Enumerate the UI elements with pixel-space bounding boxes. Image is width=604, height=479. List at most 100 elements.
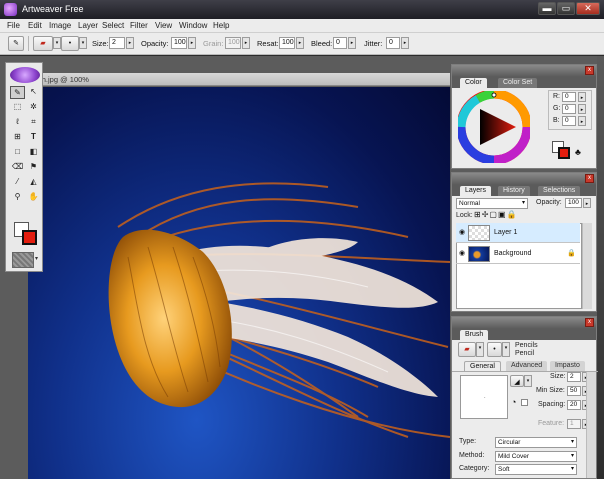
hand-icon[interactable]: ✋ [26,191,41,204]
brush-size-input[interactable]: 2 [567,372,581,382]
tab-general[interactable]: General [464,361,501,371]
r-spinner[interactable]: ▸ [578,92,586,102]
layers-scrollbar[interactable] [582,223,592,309]
layer-opacity-label: Opacity: [536,199,562,206]
lasso-icon[interactable]: ℓ [10,116,25,129]
menu-window[interactable]: Window [179,21,207,30]
menu-layer[interactable]: Layer [78,21,98,30]
layer-row[interactable]: ◉ Layer 1 [456,223,580,243]
method-label: Method: [459,452,485,459]
rect-select-icon[interactable]: ⬚ [10,101,25,114]
perspective-icon[interactable]: ⊞ [10,131,25,144]
lock-options-icons[interactable]: ⊞✢▢▣🔒 [474,210,517,219]
color-palette-tabs: Color Color Set [452,77,596,88]
clone-stamp-icon[interactable]: ⚑ [26,161,41,174]
method-value: Mild Cover [498,453,530,460]
tools-palette: ✎ ↖ ⬚ ✲ ℓ ⌗ ⊞ T □ ◧ ⌫ ⚑ ⁄ ◭ ⚲ ✋ ▾ [5,62,43,272]
rectangle-shape-icon[interactable]: □ [10,146,25,159]
brush-variant-button[interactable]: • [487,342,502,357]
menu-filter[interactable]: Filter [130,21,148,30]
texture-preset-dropdown-icon[interactable]: ▾ [35,255,38,262]
size-dropdown[interactable]: ▸ [126,37,134,49]
menu-help[interactable]: Help [213,21,229,30]
texture-preset[interactable] [12,252,34,268]
b-input[interactable]: 0 [562,116,576,126]
move-tool-icon[interactable]: ↖ [26,86,41,99]
zoom-icon[interactable]: ⚲ [10,191,25,204]
maximize-button[interactable]: ▭ [557,2,575,15]
menu-view[interactable]: View [155,21,172,30]
brush-category-button[interactable]: ▰ [458,342,476,357]
brush-shape-dropdown[interactable]: ▾ [79,37,87,49]
color-wheel[interactable] [458,91,530,163]
pressure-icon[interactable]: ◔ [511,397,516,407]
eyedropper-icon[interactable]: ⁄ [10,176,25,189]
background-color-swatch[interactable] [22,230,37,245]
brush-preset-button[interactable]: ▰ [33,36,53,51]
image-canvas[interactable] [28,87,450,479]
eraser-icon[interactable]: ⌫ [10,161,25,174]
menu-file[interactable]: File [7,21,20,30]
size-input[interactable]: 2 [109,37,125,49]
tab-impasto[interactable]: Impasto [550,361,585,371]
min-size-input[interactable]: 50 [567,386,581,396]
text-tool-icon[interactable]: T [26,131,41,144]
bleed-input[interactable]: 0 [333,37,347,49]
current-tool-button[interactable]: ✎ [8,36,24,51]
pencil-tool-icon[interactable]: ✎ [10,86,25,99]
menu-image[interactable]: Image [49,21,71,30]
tab-advanced[interactable]: Advanced [506,361,548,371]
layer-row[interactable]: ◉ Background 🔒 [456,244,580,264]
brush-scrollbar[interactable] [586,372,596,478]
minimize-button[interactable]: ▬ [538,2,556,15]
brush-category-dropdown[interactable]: ▾ [476,342,484,357]
close-button[interactable]: ✕ [576,2,600,15]
palette-background-swatch[interactable] [558,147,570,159]
jitter-label: Jitter: [364,39,383,48]
category-select[interactable]: Soft ▾ [495,464,577,475]
magic-wand-icon[interactable]: ✲ [26,101,41,114]
eye-icon[interactable]: ◉ [459,249,465,257]
layers-palette-close-button[interactable]: x [585,174,594,183]
paint-bucket-icon[interactable]: ◭ [26,176,41,189]
resat-input[interactable]: 100 [279,37,295,49]
gradient-icon[interactable]: ◧ [26,146,41,159]
opacity-dropdown[interactable]: ▸ [188,37,196,49]
layer-opacity-spinner[interactable]: ▸ [583,198,591,208]
menu-select[interactable]: Select [102,21,124,30]
eye-icon[interactable]: ◉ [459,228,465,236]
brush-variant-dropdown[interactable]: ▾ [502,342,510,357]
crop-icon[interactable]: ⌗ [26,116,41,129]
brush-preset-dropdown[interactable]: ▾ [53,37,61,49]
tab-history[interactable]: History [498,186,530,196]
color-picker-icon[interactable]: ♣ [575,147,581,157]
resat-dropdown[interactable]: ▸ [296,37,304,49]
blend-mode-select[interactable]: Normal ▾ [456,198,528,209]
tab-brush[interactable]: Brush [460,330,489,340]
jitter-dropdown[interactable]: ▸ [401,37,409,49]
r-input[interactable]: 0 [562,92,576,102]
brush-shape-selector[interactable]: ◢ [510,375,524,387]
brush-icon: ▰ [40,40,46,47]
brush-shape-button[interactable]: • [61,36,79,51]
tab-selections[interactable]: Selections [538,186,581,196]
pressure-checkbox[interactable] [521,399,528,406]
method-select[interactable]: Mild Cover ▾ [495,451,577,462]
color-palette-close-button[interactable]: x [585,66,594,75]
menu-edit[interactable]: Edit [28,21,42,30]
jitter-input[interactable]: 0 [386,37,400,49]
opacity-input[interactable]: 100 [171,37,187,49]
g-spinner[interactable]: ▸ [578,104,586,114]
tab-color-set[interactable]: Color Set [498,78,538,88]
brush-shape-selector-dropdown[interactable]: ▾ [524,375,532,387]
bleed-dropdown[interactable]: ▸ [348,37,356,49]
document-tab[interactable]: sh.jpg @ 100% [28,73,450,86]
tab-layers[interactable]: Layers [460,186,492,196]
type-select[interactable]: Circular ▾ [495,437,577,448]
layer-opacity-input[interactable]: 100 [565,198,582,208]
tab-color[interactable]: Color [460,78,487,88]
b-spinner[interactable]: ▸ [578,116,586,126]
brush-palette-close-button[interactable]: x [585,318,594,327]
spacing-input[interactable]: 20 [567,400,581,410]
g-input[interactable]: 0 [562,104,576,114]
